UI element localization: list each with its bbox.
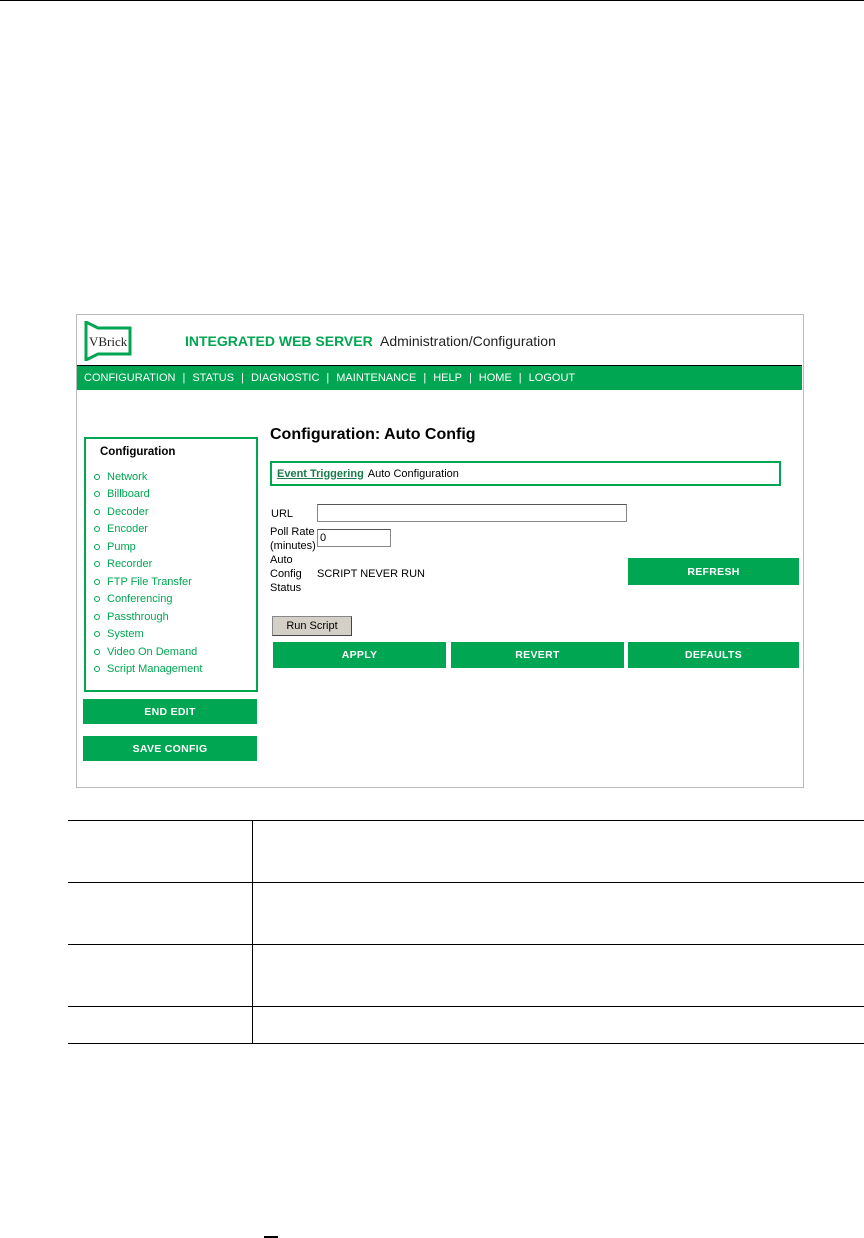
sidebar-item-decoder[interactable]: Decoder <box>94 503 202 521</box>
poll-rate-label: Poll Rate (minutes) <box>270 525 316 553</box>
breadcrumb-current: Auto Configuration <box>367 467 459 480</box>
apply-button[interactable]: APPLY <box>273 642 446 668</box>
sidebar-item-label: Pump <box>107 540 136 553</box>
bullet-icon <box>94 648 100 655</box>
app-subtitle: Administration/Configuration <box>380 333 556 349</box>
table-rule <box>68 882 864 883</box>
page-title: Configuration: Auto Config <box>270 426 476 443</box>
sidebar-item-label: Billboard <box>107 488 150 501</box>
top-nav: CONFIGURATION | STATUS | DIAGNOSTIC | MAINT… <box>77 366 802 390</box>
sidebar-item-recorder[interactable]: Recorder <box>94 556 202 574</box>
bullet-icon <box>94 543 100 550</box>
nav-home[interactable]: HOME <box>479 372 512 384</box>
app-title: INTEGRATED WEB SERVER <box>185 333 373 349</box>
url-input[interactable] <box>317 504 627 522</box>
sidebar-item-label: Script Management <box>107 663 203 676</box>
nav-maintenance[interactable]: MAINTENANCE <box>336 372 416 384</box>
sidebar-item-pump[interactable]: Pump <box>94 538 202 556</box>
save-config-button[interactable]: SAVE CONFIG <box>83 736 257 761</box>
sidebar-item-label: System <box>107 628 144 641</box>
bullet-icon <box>94 596 100 603</box>
refresh-button[interactable]: REFRESH <box>628 558 799 585</box>
sidebar-item-label: Conferencing <box>107 593 173 606</box>
bullet-icon <box>94 526 100 533</box>
nav-separator: | <box>518 372 522 384</box>
end-edit-button[interactable]: END EDIT <box>83 699 257 724</box>
sidebar-item-conferencing[interactable]: Conferencing <box>94 591 202 609</box>
sidebar-item-label: Encoder <box>107 523 148 536</box>
sidebar-item-label: Passthrough <box>107 610 169 623</box>
status-label-line3: Status <box>270 582 302 594</box>
table-rule <box>68 944 864 945</box>
status-label-line2: Config <box>270 568 302 580</box>
nav-logout[interactable]: LOGOUT <box>529 372 575 384</box>
sidebar-item-passthrough[interactable]: Passthrough <box>94 608 202 626</box>
nav-status[interactable]: STATUS <box>192 372 234 384</box>
bullet-icon <box>94 613 100 620</box>
sidebar-item-encoder[interactable]: Encoder <box>94 521 202 539</box>
sidebar-item-label: Video On Demand <box>107 645 198 658</box>
breadcrumb-event-triggering-link[interactable]: Event Triggering <box>277 468 364 480</box>
bullet-icon <box>94 666 100 673</box>
sidebar-heading: Configuration <box>100 446 176 458</box>
bullet-icon <box>94 631 100 638</box>
status-label-line1: Auto <box>270 554 293 566</box>
sidebar-item-label: Decoder <box>107 505 149 518</box>
sidebar-item-billboard[interactable]: Billboard <box>94 486 202 504</box>
sidebar-item-script-management[interactable]: Script Management <box>94 661 202 679</box>
nav-separator: | <box>182 372 186 384</box>
sidebar-item-label: Network <box>107 470 148 483</box>
poll-rate-label-line1: Poll Rate <box>270 526 315 538</box>
sidebar-item-label: FTP File Transfer <box>107 575 192 588</box>
nav-separator: | <box>326 372 330 384</box>
poll-rate-input[interactable] <box>317 529 391 547</box>
sidebar-item-video-on-demand[interactable]: Video On Demand <box>94 643 202 661</box>
nav-diagnostic[interactable]: DIAGNOSTIC <box>251 372 319 384</box>
svg-text:VBrick: VBrick <box>89 334 128 349</box>
vbrick-logo: VBrick <box>84 321 132 361</box>
table-rule <box>68 1006 864 1007</box>
bullet-icon <box>94 473 100 480</box>
bullet-icon <box>94 578 100 585</box>
sidebar-item-ftp-file-transfer[interactable]: FTP File Transfer <box>94 573 202 591</box>
table-column-divider <box>252 820 253 1043</box>
nav-separator: | <box>468 372 472 384</box>
table-rule <box>68 1043 864 1044</box>
sidebar-item-system[interactable]: System <box>94 626 202 644</box>
url-label: URL <box>271 508 294 520</box>
nav-separator: | <box>241 372 244 384</box>
breadcrumb: Event Triggering Auto Configuration <box>270 461 781 486</box>
page-top-rule <box>0 0 864 1</box>
auto-config-status-label: Auto Config Status <box>270 553 302 595</box>
run-script-button[interactable]: Run Script <box>272 616 352 636</box>
revert-button[interactable]: REVERT <box>451 642 624 668</box>
table-rule <box>68 820 864 821</box>
nav-help[interactable]: HELP <box>433 372 462 384</box>
config-sidebar: Configuration Network Billboard Decoder Enc… <box>84 437 258 692</box>
sidebar-item-label: Recorder <box>107 558 153 571</box>
bullet-icon <box>94 508 100 515</box>
bullet-icon <box>94 561 100 568</box>
nav-separator: | <box>423 372 427 384</box>
defaults-button[interactable]: DEFAULTS <box>628 642 799 668</box>
sidebar-item-network[interactable]: Network <box>94 468 202 486</box>
document-page: VBrick INTEGRATED WEB SERVER Administrat… <box>0 0 864 1238</box>
poll-rate-label-line2: (minutes) <box>270 540 316 552</box>
nav-configuration[interactable]: CONFIGURATION <box>84 372 175 384</box>
bullet-icon <box>94 491 100 498</box>
auto-config-status-value: SCRIPT NEVER RUN <box>317 568 425 580</box>
